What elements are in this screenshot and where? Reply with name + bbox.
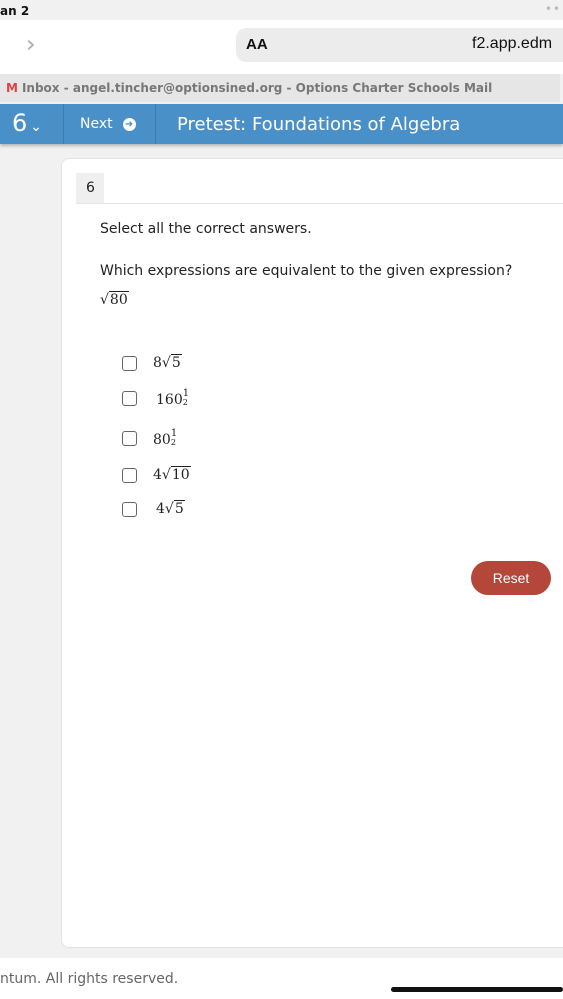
option-expression: 80 1 2: [153, 428, 178, 449]
answer-option[interactable]: 4√10: [122, 466, 191, 483]
more-icon[interactable]: ••: [545, 2, 561, 16]
next-label: Next: [80, 116, 113, 132]
question-selector[interactable]: 6 ⌄: [0, 104, 64, 144]
footer: ntum. All rights reserved.: [0, 958, 563, 999]
option-expression: 160 1 2: [156, 388, 190, 409]
tab-title: Inbox - angel.tincher@optionsined.org - …: [21, 81, 493, 95]
home-indicator[interactable]: [391, 987, 563, 992]
checkbox[interactable]: [122, 391, 137, 406]
divider: [76, 203, 563, 204]
instruction: Select all the correct answers.: [100, 221, 312, 237]
reset-button[interactable]: Reset: [471, 561, 551, 595]
answer-option[interactable]: 8√5: [122, 354, 182, 371]
answer-option[interactable]: 80 1 2: [122, 429, 177, 448]
test-nav-bar: 6 ⌄ Next ➜ Pretest: Foundations of Algebra: [0, 104, 563, 144]
browser-tab[interactable]: M Inbox - angel.tincher@optionsined.org -…: [0, 74, 560, 102]
forward-icon[interactable]: ›: [26, 30, 36, 58]
checkbox[interactable]: [122, 501, 137, 517]
given-expression: √80: [100, 291, 129, 308]
arrow-right-circle-icon: ➜: [122, 118, 136, 131]
option-expression: 4√10: [153, 466, 191, 483]
next-button[interactable]: Next ➜: [64, 104, 156, 144]
address-bar[interactable]: AA f2.app.edm: [236, 28, 563, 62]
reader-aa-button[interactable]: AA: [246, 36, 268, 53]
gmail-icon: M: [6, 81, 18, 95]
page-title: Pretest: Foundations of Algebra: [177, 114, 461, 135]
question-prompt: Which expressions are equivalent to the …: [100, 263, 513, 279]
url-text: f2.app.edm: [472, 35, 553, 52]
option-expression: 4√5: [156, 500, 185, 517]
question-selector-number: 6: [12, 109, 28, 137]
status-time: an 2: [0, 4, 30, 18]
question-card: 6 Select all the correct answers. Which …: [61, 158, 563, 948]
answer-option[interactable]: 4√5: [122, 500, 185, 517]
answer-option[interactable]: 160 1 2: [122, 389, 189, 408]
copyright-text: ntum. All rights reserved.: [0, 971, 179, 987]
checkbox[interactable]: [122, 431, 137, 446]
checkbox[interactable]: [122, 355, 137, 371]
given-radicand: 80: [108, 291, 129, 308]
option-expression: 8√5: [153, 354, 182, 371]
checkbox[interactable]: [122, 467, 137, 483]
chevron-down-icon: ⌄: [30, 119, 43, 135]
question-number: 6: [76, 173, 104, 203]
